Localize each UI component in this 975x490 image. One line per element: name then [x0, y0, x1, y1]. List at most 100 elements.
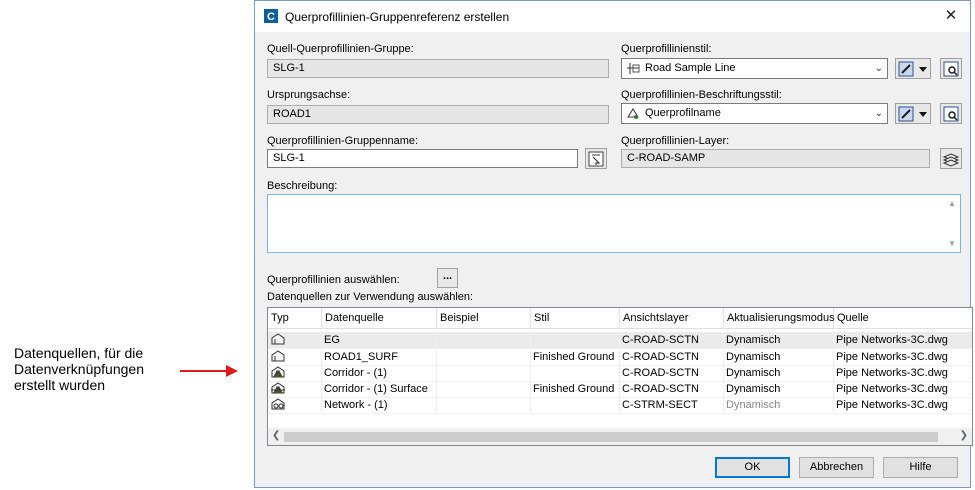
- help-button[interactable]: Hilfe: [883, 457, 958, 478]
- ok-button[interactable]: OK: [715, 457, 790, 478]
- surface-icon: [268, 349, 322, 365]
- row-style[interactable]: Finished Ground: [531, 349, 620, 365]
- select-sample-lines-button[interactable]: ...: [437, 268, 458, 288]
- edit-style-icon: [898, 61, 927, 77]
- row-update-mode[interactable]: Dynamisch: [724, 349, 834, 365]
- column-header-type[interactable]: Typ: [268, 308, 322, 328]
- group-name-label: Querprofillinien-Gruppenname:: [267, 135, 419, 147]
- layer-label: Querprofillinien-Layer:: [621, 135, 730, 147]
- sample-line-style-icon: [627, 63, 640, 74]
- row-file: Pipe Networks-3C.dwg: [834, 381, 972, 397]
- label-style-dropdown[interactable]: Querprofilname ⌄: [621, 103, 888, 124]
- select-sample-lines-label: Querprofillinien auswählen:: [267, 274, 400, 286]
- annotation-arrow-icon: [180, 365, 238, 377]
- row-sample-cell: [437, 381, 531, 397]
- style-dropdown[interactable]: Road Sample Line ⌄: [621, 58, 888, 79]
- row-layer[interactable]: C-ROAD-SCTN: [620, 381, 724, 397]
- row-source: ROAD1_SURF: [322, 349, 437, 365]
- source-group-field: SLG-1: [267, 59, 609, 78]
- surface-icon: [268, 332, 322, 348]
- description-label: Beschreibung:: [267, 180, 338, 192]
- table-row[interactable]: Network - (1) C-STRM-SECT Dynamisch Pipe…: [268, 397, 972, 414]
- description-scrollbar[interactable]: ▲ ▼: [944, 195, 960, 252]
- table-header: Typ Datenquelle Beispiel Stil Ansichtsla…: [268, 308, 972, 329]
- scroll-left-icon[interactable]: ❮: [272, 430, 280, 441]
- label-style-icon: [627, 108, 639, 119]
- row-style[interactable]: [531, 397, 620, 413]
- layer-button[interactable]: [940, 148, 962, 169]
- table-row[interactable]: EG C-ROAD-SCTN Dynamisch Pipe Networks-3…: [268, 332, 972, 349]
- layers-icon: [943, 153, 959, 167]
- row-source: EG: [322, 332, 437, 348]
- origin-axis-label: Ursprungsachse:: [267, 89, 351, 101]
- svg-text:C: C: [267, 11, 275, 23]
- dialog-title: Querprofillinien-Gruppenreferenz erstell…: [285, 10, 510, 24]
- group-name-input[interactable]: SLG-1: [267, 149, 578, 168]
- column-header-layer[interactable]: Ansichtslayer: [620, 308, 724, 328]
- scroll-up-icon[interactable]: ▲: [948, 199, 956, 208]
- row-update-mode[interactable]: Dynamisch: [724, 365, 834, 381]
- annotation-line-2: Datenverknüpfungen: [14, 361, 144, 377]
- row-update-mode[interactable]: Dynamisch: [724, 332, 834, 348]
- row-layer[interactable]: C-ROAD-SCTN: [620, 349, 724, 365]
- style-preview-button[interactable]: [940, 58, 962, 79]
- preview-icon: [943, 106, 959, 122]
- row-style[interactable]: Finished Ground: [531, 381, 620, 397]
- description-textarea[interactable]: ▲ ▼: [267, 194, 961, 253]
- cancel-button[interactable]: Abbrechen: [799, 457, 874, 478]
- row-source: Corridor - (1) Surface: [322, 381, 437, 397]
- row-sample-cell: [437, 349, 531, 365]
- edit-style-icon: [898, 106, 927, 122]
- style-dropdown-value: Road Sample Line: [645, 62, 736, 74]
- table-row[interactable]: Corridor - (1) C-ROAD-SCTN Dynamisch Pip…: [268, 365, 972, 382]
- source-group-label: Quell-Querprofillinien-Gruppe:: [267, 43, 414, 55]
- label-style-preview-button[interactable]: [940, 103, 962, 124]
- row-style[interactable]: [531, 365, 620, 381]
- style-edit-button[interactable]: [895, 58, 931, 79]
- style-label: Querprofillinienstil:: [621, 43, 712, 55]
- scrollbar-thumb[interactable]: [284, 432, 938, 442]
- annotation-line-3: erstellt wurden: [14, 377, 106, 393]
- table-row[interactable]: Corridor - (1) Surface Finished Ground C…: [268, 381, 972, 398]
- row-layer[interactable]: C-ROAD-SCTN: [620, 365, 724, 381]
- chevron-down-icon: ⌄: [874, 63, 883, 74]
- row-file: Pipe Networks-3C.dwg: [834, 332, 972, 348]
- corridor-icon: [268, 365, 322, 381]
- name-template-icon: [588, 151, 604, 167]
- row-file: Pipe Networks-3C.dwg: [834, 365, 972, 381]
- row-sample-cell: [437, 332, 531, 348]
- close-button[interactable]: ✕: [940, 5, 962, 27]
- scroll-right-icon[interactable]: ❯: [960, 430, 968, 441]
- row-style[interactable]: [531, 332, 620, 348]
- datasources-table: Typ Datenquelle Beispiel Stil Ansichtsla…: [267, 307, 973, 446]
- label-style-label: Querprofillinien-Beschriftungsstil:: [621, 89, 782, 101]
- column-header-file[interactable]: Quelle: [834, 308, 972, 328]
- column-header-style[interactable]: Stil: [531, 308, 620, 328]
- row-update-mode[interactable]: Dynamisch: [724, 397, 834, 413]
- scroll-down-icon[interactable]: ▼: [948, 239, 956, 248]
- column-header-update-mode[interactable]: Aktualisierungsmodus: [724, 308, 835, 328]
- column-header-sample[interactable]: Beispiel: [437, 308, 531, 328]
- annotation-text: Datenquellen, für die Datenverknüpfungen…: [14, 345, 184, 393]
- horizontal-scrollbar[interactable]: ❮ ❯: [268, 428, 972, 445]
- column-header-source[interactable]: Datenquelle: [322, 308, 437, 328]
- dialog-window: C Querprofillinien-Gruppenreferenz erste…: [254, 0, 973, 488]
- pipe-network-icon: [268, 397, 322, 413]
- row-layer[interactable]: C-ROAD-SCTN: [620, 332, 724, 348]
- corridor-surface-icon: [268, 381, 322, 397]
- annotation-line-1: Datenquellen, für die: [14, 345, 144, 361]
- chevron-down-icon: ⌄: [874, 108, 883, 119]
- label-style-edit-button[interactable]: [895, 103, 931, 124]
- title-bar: C Querprofillinien-Gruppenreferenz erste…: [255, 1, 970, 32]
- layer-field: C-ROAD-SAMP: [621, 149, 930, 168]
- label-style-dropdown-value: Querprofilname: [645, 107, 721, 119]
- pick-name-template-button[interactable]: [585, 148, 607, 169]
- civil3d-app-icon: C: [264, 9, 278, 23]
- table-row[interactable]: ROAD1_SURF Finished Ground C-ROAD-SCTN D…: [268, 349, 972, 366]
- row-sample-cell: [437, 397, 531, 413]
- row-update-mode[interactable]: Dynamisch: [724, 381, 834, 397]
- row-sample-cell: [437, 365, 531, 381]
- row-layer[interactable]: C-STRM-SECT: [620, 397, 724, 413]
- datasources-label: Datenquellen zur Verwendung auswählen:: [267, 291, 474, 303]
- row-source: Network - (1): [322, 397, 437, 413]
